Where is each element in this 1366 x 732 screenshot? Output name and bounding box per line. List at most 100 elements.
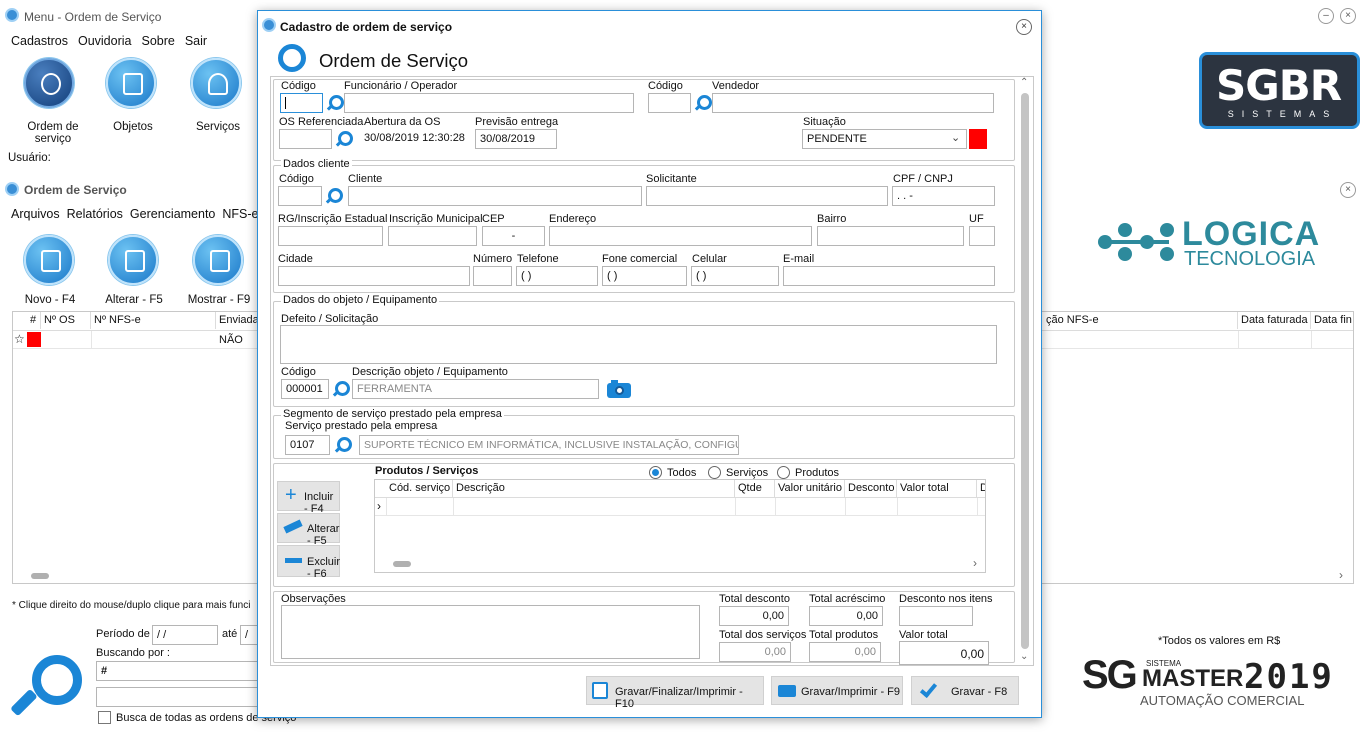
close-icon[interactable]: × — [1340, 8, 1356, 24]
bairro-field[interactable] — [817, 226, 964, 246]
shortcut-servicos[interactable]: Serviços — [180, 58, 256, 138]
alterar-item-button[interactable]: Alterar - F5 — [277, 513, 340, 547]
table-row[interactable]: › — [375, 498, 985, 516]
chevron-right-icon[interactable]: › — [973, 556, 977, 570]
fone-comercial-label: Fone comercial — [602, 253, 678, 265]
chevron-right-icon[interactable]: › — [1339, 568, 1343, 582]
excluir-button[interactable]: Excluir - F6 — [277, 545, 340, 580]
menu-arquivos[interactable]: Arquivos — [11, 207, 60, 221]
search-icon[interactable] — [693, 94, 712, 112]
col-d[interactable]: D — [977, 480, 985, 497]
gravar-finalizar-button[interactable]: Gravar/Finalizar/Imprimir - F10 — [586, 676, 764, 710]
cpf-field[interactable]: . . - — [892, 186, 995, 206]
desc-itens-field[interactable] — [899, 606, 973, 626]
c-codigo-field[interactable] — [278, 186, 322, 206]
numero-field[interactable] — [473, 266, 512, 286]
chevron-down-icon[interactable]: ⌄ — [951, 131, 960, 144]
gravar-imprimir-button[interactable]: Gravar/Imprimir - F9 — [771, 676, 903, 705]
col-data-faturada[interactable]: Data faturada — [1238, 312, 1311, 329]
im-field[interactable] — [388, 226, 477, 246]
chevron-up-icon[interactable]: ⌃ — [1020, 77, 1028, 88]
col-cod-servico[interactable]: Cód. serviço — [386, 480, 453, 497]
col-enviada[interactable]: Enviada — [216, 312, 261, 329]
filter-produtos-radio[interactable] — [777, 466, 790, 479]
obj-codigo-field[interactable]: 000001 — [281, 379, 329, 399]
filter-todos-label[interactable]: Todos — [667, 467, 696, 479]
search-icon[interactable] — [10, 651, 86, 727]
periodo-from-field[interactable]: / / — [152, 625, 218, 645]
codigo-vendedor-field[interactable] — [648, 93, 691, 113]
search-icon[interactable] — [333, 436, 352, 454]
servico-codigo-field[interactable]: 0107 — [285, 435, 330, 455]
uf-field[interactable] — [969, 226, 995, 246]
menu-relatorios[interactable]: Relatórios — [67, 207, 123, 221]
celular-field[interactable]: ( ) — [691, 266, 779, 286]
os-ref-field[interactable] — [279, 129, 332, 149]
filter-todos-radio[interactable] — [649, 466, 662, 479]
solicitante-field[interactable] — [646, 186, 888, 206]
cep-field[interactable]: - — [482, 226, 545, 246]
situacao-select[interactable]: PENDENTE — [802, 129, 967, 149]
filter-servicos-label[interactable]: Serviços — [726, 467, 768, 479]
scroll-thumb[interactable] — [1021, 93, 1029, 649]
telefone-field[interactable]: ( ) — [516, 266, 598, 286]
obs-field[interactable] — [281, 605, 700, 659]
col-valor-unitario[interactable]: Valor unitário — [775, 480, 845, 497]
novo-button[interactable]: Novo - F4 — [18, 235, 82, 309]
col-situacao-nfse[interactable]: ção NFS-e — [1043, 312, 1238, 329]
search-icon[interactable] — [325, 94, 344, 112]
menu-sair[interactable]: Sair — [185, 34, 207, 48]
scroll-thumb[interactable] — [31, 573, 49, 579]
col-descricao[interactable]: Descrição — [453, 480, 735, 497]
search-icon[interactable] — [331, 380, 350, 398]
gravar-button[interactable]: Gravar - F8 — [911, 676, 1019, 705]
total-acrescimo-field[interactable]: 0,00 — [809, 606, 883, 626]
minimize-icon[interactable]: – — [1318, 8, 1334, 24]
menu-ouvidoria[interactable]: Ouvidoria — [78, 34, 132, 48]
busca-todas-checkbox[interactable] — [98, 711, 111, 724]
chevron-down-icon[interactable]: ⌄ — [1020, 651, 1028, 662]
close-icon[interactable]: × — [1340, 182, 1356, 198]
menu-cadastros[interactable]: Cadastros — [11, 34, 68, 48]
buscando-field[interactable]: # — [96, 661, 260, 681]
incluir-button[interactable]: + Incluir - F4 — [277, 481, 340, 515]
scroll-thumb[interactable] — [393, 561, 411, 567]
alterar-button[interactable]: Alterar - F5 — [101, 235, 167, 309]
col-hash[interactable]: # — [27, 312, 41, 329]
fone-comercial-field[interactable]: ( ) — [602, 266, 687, 286]
col-numero-nfse[interactable]: Nº NFS-e — [91, 312, 216, 329]
cidade-field[interactable] — [278, 266, 470, 286]
search-icon[interactable] — [324, 187, 343, 205]
col-numero-os[interactable]: Nº OS — [41, 312, 91, 329]
funcionario-field[interactable] — [344, 93, 634, 113]
gear-tools-icon — [24, 58, 74, 108]
email-field[interactable] — [783, 266, 995, 286]
previsao-field[interactable]: 30/08/2019 — [475, 129, 557, 149]
mostrar-button[interactable]: Mostrar - F9 — [185, 235, 253, 309]
col-valor-total[interactable]: Valor total — [897, 480, 977, 497]
col-desconto[interactable]: Desconto — [845, 480, 897, 497]
filter-produtos-label[interactable]: Produtos — [795, 467, 839, 479]
menu-nfse[interactable]: NFS-e — [222, 207, 258, 221]
cliente-field[interactable] — [348, 186, 642, 206]
filter-servicos-radio[interactable] — [708, 466, 721, 479]
search-icon[interactable] — [334, 130, 353, 148]
shortcut-ordem-servico[interactable]: Ordem de serviço — [8, 58, 98, 145]
menu-gerenciamento[interactable]: Gerenciamento — [130, 207, 215, 221]
total-desconto-field[interactable]: 0,00 — [719, 606, 789, 626]
items-grid[interactable]: Cód. serviço Descrição Qtde Valor unitár… — [374, 479, 986, 573]
shortcut-objetos[interactable]: Objetos — [95, 58, 171, 138]
vertical-scrollbar[interactable]: ⌃ ⌄ — [1017, 77, 1033, 665]
vendedor-field[interactable] — [712, 93, 994, 113]
camera-icon[interactable] — [605, 379, 633, 399]
col-qtde[interactable]: Qtde — [735, 480, 775, 497]
codigo-field[interactable] — [280, 93, 323, 113]
rg-field[interactable] — [278, 226, 383, 246]
defeito-field[interactable] — [280, 325, 997, 364]
close-icon[interactable]: × — [1016, 19, 1032, 35]
col-data-fin[interactable]: Data fin — [1311, 312, 1353, 329]
search-text-field[interactable] — [96, 687, 260, 707]
horizontal-scrollbar[interactable]: › — [375, 556, 985, 572]
endereco-field[interactable] — [549, 226, 812, 246]
menu-sobre[interactable]: Sobre — [141, 34, 174, 48]
